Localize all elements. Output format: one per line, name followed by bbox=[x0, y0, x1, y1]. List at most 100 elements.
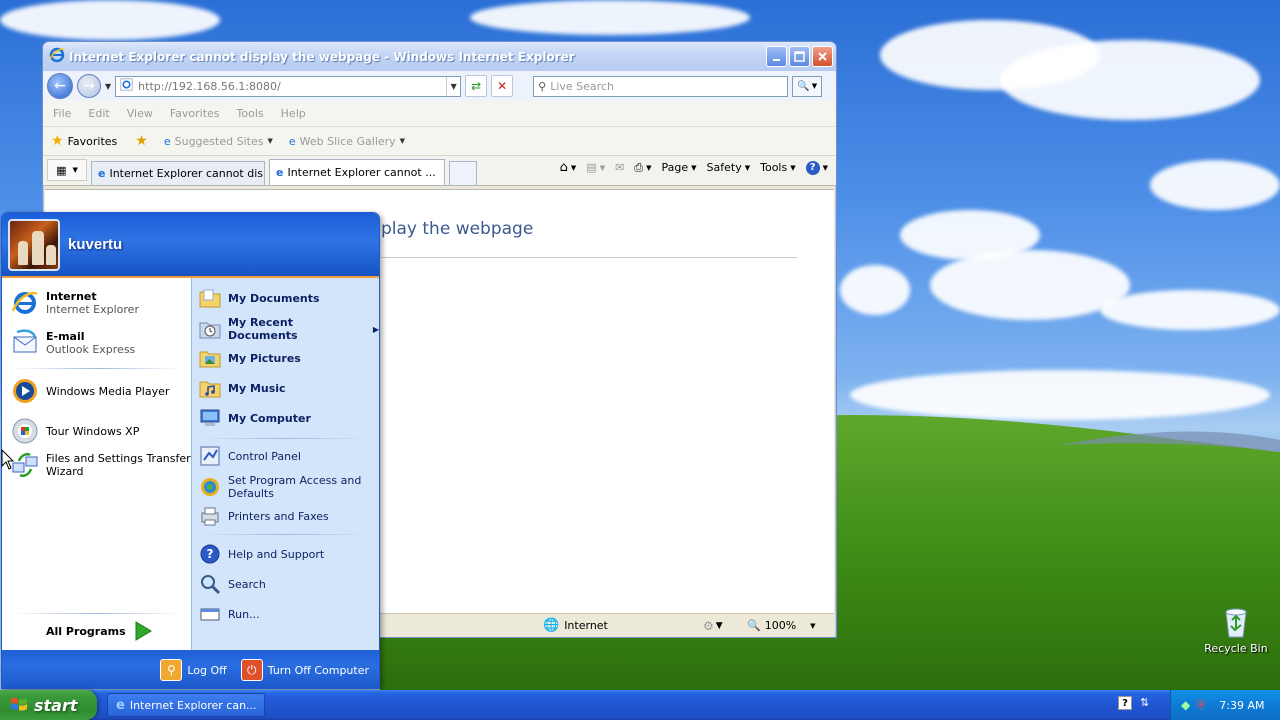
favorites-button[interactable]: ★ Favorites bbox=[51, 133, 117, 149]
stop-button[interactable]: ✕ bbox=[491, 75, 514, 97]
start-item-tour-xp[interactable]: Tour Windows XP bbox=[10, 416, 139, 446]
protected-mode-button[interactable]: ⚙ ▼ bbox=[703, 619, 723, 633]
address-text: http://192.168.56.1:8080/ bbox=[138, 79, 281, 93]
page-menu[interactable]: Page ▼ bbox=[662, 161, 697, 174]
security-shield-icon[interactable]: ⛨ bbox=[1196, 698, 1205, 713]
tab-1-label: Internet Explorer cannot dis... bbox=[109, 167, 265, 180]
control-panel-label: Control Panel bbox=[228, 449, 301, 463]
start-item-email[interactable]: E-mail Outlook Express bbox=[10, 328, 135, 358]
stop-icon: ✕ bbox=[497, 79, 508, 93]
address-dropdown-icon[interactable]: ▼ bbox=[446, 76, 460, 96]
program-access-label-1: Set Program Access and bbox=[228, 474, 362, 487]
start-item-run[interactable]: Run... bbox=[198, 602, 260, 626]
my-documents-label: My Documents bbox=[228, 291, 320, 305]
ie-taskbar-icon: e bbox=[116, 697, 125, 713]
menu-file[interactable]: File bbox=[53, 107, 71, 120]
recycle-bin-label: Recycle Bin bbox=[1204, 642, 1268, 655]
chess-piece bbox=[46, 244, 56, 265]
ie-logo-icon bbox=[49, 47, 65, 66]
menu-edit[interactable]: Edit bbox=[88, 107, 109, 120]
email-label: E-mail bbox=[46, 330, 85, 343]
all-programs-button[interactable]: All Programs bbox=[46, 621, 152, 641]
start-item-my-documents[interactable]: My Documents bbox=[198, 286, 320, 310]
help-tray-icon[interactable]: ? bbox=[1118, 696, 1132, 710]
tab-bar: ▦ ▼ e Internet Explorer cannot dis... e … bbox=[43, 156, 836, 186]
address-bar[interactable]: http://192.168.56.1:8080/ ▼ bbox=[115, 75, 462, 97]
taskbar-item-ie[interactable]: e Internet Explorer can... bbox=[107, 693, 265, 717]
menu-help[interactable]: Help bbox=[281, 107, 306, 120]
new-tab-button[interactable] bbox=[449, 161, 477, 185]
menu-tools[interactable]: Tools bbox=[237, 107, 264, 120]
security-zone[interactable]: 🌐 Internet bbox=[543, 618, 608, 633]
submenu-arrow-icon: ▶ bbox=[372, 324, 379, 334]
start-item-search[interactable]: Search bbox=[198, 572, 266, 596]
close-button[interactable] bbox=[812, 46, 833, 67]
page-label: Page bbox=[661, 161, 689, 174]
tab-1[interactable]: e Internet Explorer cannot dis... bbox=[91, 161, 265, 185]
my-computer-label: My Computer bbox=[228, 411, 311, 425]
recycle-bin[interactable]: Recycle Bin bbox=[1200, 606, 1272, 655]
mail-button[interactable]: ✉ bbox=[615, 161, 624, 174]
avatar[interactable] bbox=[8, 218, 60, 271]
network-icon[interactable]: ◆ bbox=[1181, 698, 1190, 712]
power-icon: ⏻ bbox=[240, 659, 263, 681]
log-off-label: Log Off bbox=[187, 663, 227, 677]
refresh-button[interactable]: ⇄ bbox=[465, 75, 488, 97]
home-button[interactable]: ⌂ ▼ bbox=[560, 160, 577, 175]
start-item-my-music[interactable]: My Music bbox=[198, 376, 286, 400]
quick-tabs-button[interactable]: ▦ ▼ bbox=[47, 159, 87, 181]
magnifier-icon: 🔍 bbox=[797, 80, 810, 92]
start-button[interactable]: start bbox=[0, 690, 97, 720]
tab-2[interactable]: e Internet Explorer cannot ... ✕ bbox=[269, 159, 445, 185]
safety-menu[interactable]: Safety ▼ bbox=[707, 161, 751, 174]
restore-icon[interactable]: ⇅ bbox=[1140, 696, 1149, 710]
menu-view[interactable]: View bbox=[127, 107, 153, 120]
start-item-program-access[interactable]: Set Program Access and Defaults bbox=[198, 474, 361, 500]
start-menu: kuvertu Internet Internet Explorer E-mai… bbox=[1, 212, 380, 689]
print-button[interactable]: ⎙ ▼ bbox=[634, 161, 651, 175]
start-item-my-computer[interactable]: My Computer bbox=[198, 406, 311, 430]
start-item-transfer-wizard[interactable]: Files and Settings Transfer Wizard bbox=[10, 450, 191, 480]
web-slice-gallery-button[interactable]: e Web Slice Gallery ▼ bbox=[289, 135, 405, 148]
clock[interactable]: 7:39 AM bbox=[1219, 699, 1264, 712]
forward-button[interactable]: → bbox=[77, 74, 101, 98]
start-item-printers[interactable]: Printers and Faxes bbox=[198, 504, 329, 528]
chess-piece bbox=[18, 240, 28, 265]
outlook-express-icon bbox=[10, 328, 40, 358]
computer-icon bbox=[198, 406, 222, 430]
add-favorite-icon[interactable]: ★ bbox=[135, 133, 148, 149]
start-item-internet[interactable]: Internet Internet Explorer bbox=[10, 288, 139, 318]
log-off-button[interactable]: ⚲ Log Off bbox=[160, 659, 227, 681]
email-sublabel: Outlook Express bbox=[46, 343, 136, 356]
help-menu[interactable]: ? ▼ bbox=[805, 160, 828, 175]
taskbar-item-label: Internet Explorer can... bbox=[129, 698, 257, 712]
start-item-recent-documents[interactable]: My Recent Documents ▶ bbox=[198, 316, 379, 342]
start-item-my-pictures[interactable]: My Pictures bbox=[198, 346, 301, 370]
search-go-button[interactable]: 🔍 ▼ bbox=[792, 75, 823, 97]
suggested-sites-label: Suggested Sites bbox=[174, 134, 264, 148]
start-item-help[interactable]: ? Help and Support bbox=[198, 542, 324, 566]
zoom-button[interactable]: 🔍 100% ▼ bbox=[747, 619, 816, 632]
username: kuvertu bbox=[68, 236, 123, 253]
tools-label: Tools bbox=[760, 161, 788, 174]
search-input[interactable]: ⚲ Live Search bbox=[533, 75, 789, 97]
error-heading: play the webpage bbox=[381, 219, 534, 239]
minimize-button[interactable] bbox=[766, 46, 787, 67]
ie-tab-icon: e bbox=[276, 166, 284, 179]
tools-menu[interactable]: Tools ▼ bbox=[760, 161, 796, 174]
recent-pages-dropdown-icon[interactable]: ▼ bbox=[105, 82, 111, 91]
turn-off-button[interactable]: ⏻ Turn Off Computer bbox=[240, 659, 369, 681]
start-item-media-player[interactable]: Windows Media Player bbox=[10, 376, 169, 406]
menu-favorites[interactable]: Favorites bbox=[170, 107, 220, 120]
maximize-button[interactable] bbox=[789, 46, 810, 67]
search-icon bbox=[198, 572, 222, 596]
ie-page-icon: e bbox=[288, 134, 296, 148]
back-button[interactable]: ← bbox=[47, 73, 73, 99]
suggested-sites-button[interactable]: e Suggested Sites ▼ bbox=[164, 135, 273, 148]
title-bar[interactable]: Internet Explorer cannot display the web… bbox=[43, 42, 836, 71]
start-item-control-panel[interactable]: Control Panel bbox=[198, 444, 301, 468]
feeds-button[interactable]: ▤ ▼ bbox=[586, 161, 605, 174]
ie-page-icon: e bbox=[163, 134, 171, 148]
menu-bar: File Edit View Favorites Tools Help bbox=[43, 101, 836, 127]
svg-text:?: ? bbox=[207, 547, 214, 561]
